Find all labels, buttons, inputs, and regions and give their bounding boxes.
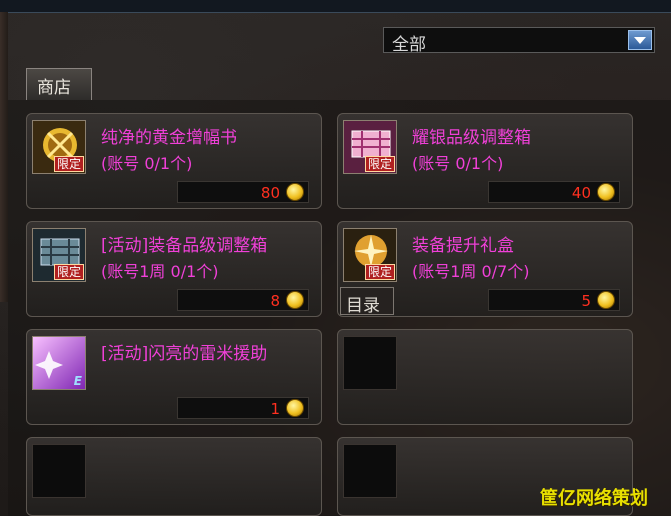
shop-item-card[interactable]: 限定 [活动]装备品级调整箱 (账号1周 0/1个) 8 xyxy=(26,221,322,317)
price-bar: 1 xyxy=(177,397,309,419)
gold-coin-icon xyxy=(286,291,304,309)
catalog-button-label: 目录 xyxy=(346,296,380,316)
grade-adjust-box-icon: 限定 xyxy=(343,120,397,174)
item-price: 5 xyxy=(581,292,591,310)
empty-icon-slot xyxy=(343,336,397,390)
item-price: 1 xyxy=(270,400,280,418)
equipment-grade-box-icon: 限定 xyxy=(32,228,86,282)
sparkle-aid-icon: E xyxy=(32,336,86,390)
event-badge: E xyxy=(73,374,82,388)
window-top-edge xyxy=(0,0,671,13)
item-purchase-limit: (账号 0/1个) xyxy=(412,154,504,173)
chevron-down-icon xyxy=(634,37,646,44)
price-bar: 8 xyxy=(177,289,309,311)
dropdown-toggle-button[interactable] xyxy=(628,30,652,50)
shop-item-card[interactable]: 限定 纯净的黄金增幅书 (账号 0/1个) 80 xyxy=(26,113,322,209)
item-name: [活动]装备品级调整箱 xyxy=(101,236,268,256)
gold-coin-icon xyxy=(597,183,615,201)
category-filter-dropdown[interactable]: 全部 xyxy=(383,27,655,55)
gold-coin-icon xyxy=(597,291,615,309)
shop-item-card[interactable]: E [活动]闪亮的雷米援助 1 xyxy=(26,329,322,425)
tab-shop-label: 商店 xyxy=(37,78,71,98)
shop-item-card[interactable]: 限定 耀银品级调整箱 (账号 0/1个) 40 xyxy=(337,113,633,209)
item-name: 耀银品级调整箱 xyxy=(412,128,531,148)
item-price: 40 xyxy=(571,184,591,202)
golden-amplify-book-icon: 限定 xyxy=(32,120,86,174)
limited-badge: 限定 xyxy=(53,156,84,172)
empty-icon-slot xyxy=(343,444,397,498)
empty-icon-slot xyxy=(32,444,86,498)
category-filter-value: 全部 xyxy=(392,35,426,55)
item-price: 80 xyxy=(260,184,280,202)
catalog-button[interactable]: 目录 xyxy=(340,287,394,316)
gift-box-icon: 限定 xyxy=(343,228,397,282)
price-bar: 5 xyxy=(488,289,620,311)
item-name: 纯净的黄金增幅书 xyxy=(101,128,237,148)
empty-item-slot xyxy=(26,437,322,516)
watermark-text: 筐亿网络策划 xyxy=(540,488,648,509)
gold-coin-icon xyxy=(286,183,304,201)
price-bar: 80 xyxy=(177,181,309,203)
window-left-frame xyxy=(0,12,8,302)
price-bar: 40 xyxy=(488,181,620,203)
gold-coin-icon xyxy=(286,399,304,417)
limited-badge: 限定 xyxy=(53,264,84,280)
limited-badge: 限定 xyxy=(364,156,395,172)
item-name: [活动]闪亮的雷米援助 xyxy=(101,344,268,364)
limited-badge: 限定 xyxy=(364,264,395,280)
item-name: 装备提升礼盒 xyxy=(412,236,514,256)
empty-item-slot xyxy=(337,329,633,425)
item-price: 8 xyxy=(270,292,280,310)
item-purchase-limit: (账号1周 0/1个) xyxy=(101,262,219,281)
item-purchase-limit: (账号 0/1个) xyxy=(101,154,193,173)
item-purchase-limit: (账号1周 0/7个) xyxy=(412,262,530,281)
tab-shop[interactable]: 商店 xyxy=(26,68,92,100)
